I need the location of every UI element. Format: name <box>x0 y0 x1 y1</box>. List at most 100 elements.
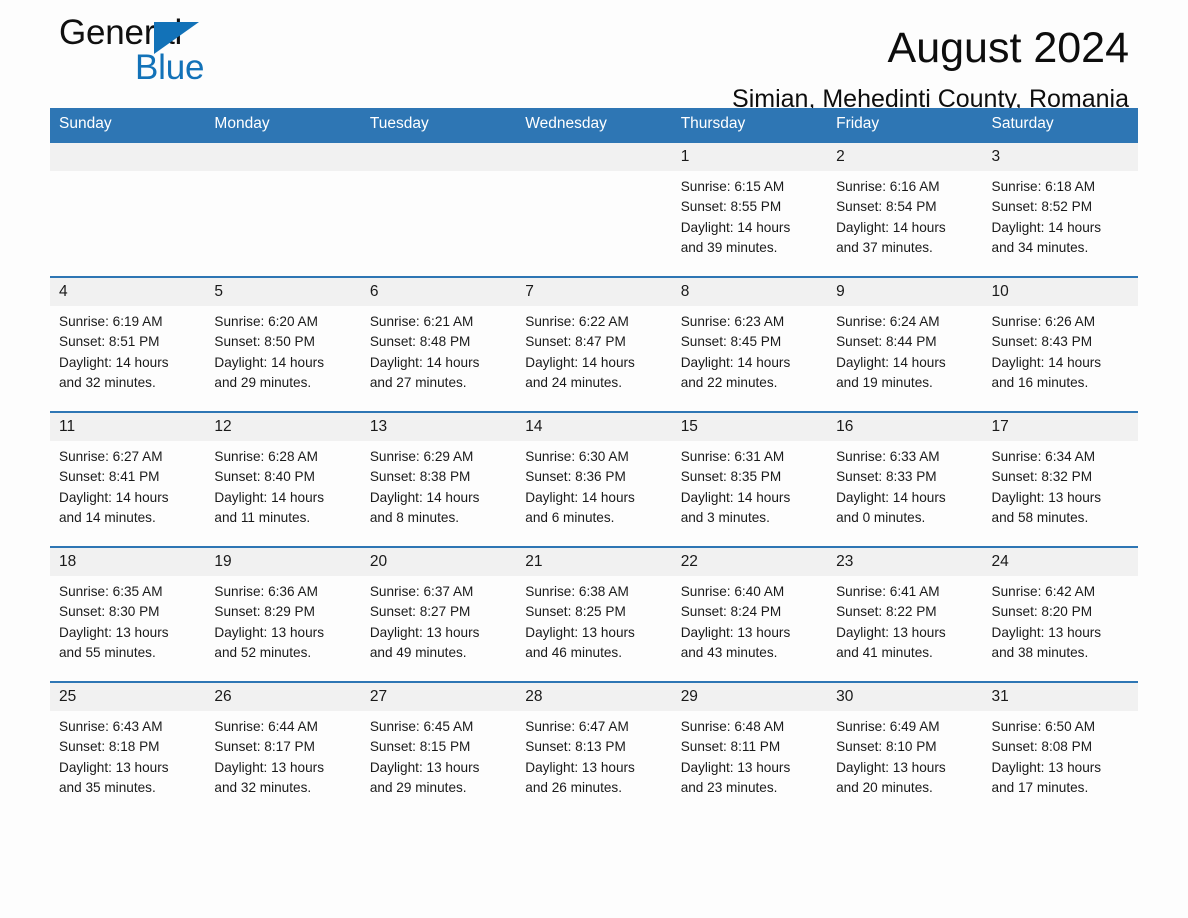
calendar-day-cell[interactable]: 1 Sunrise: 6:15 AM Sunset: 8:55 PM Daylight… <box>671 141 828 277</box>
calendar-day-cell[interactable]: 15 Sunrise: 6:31 AM Sunset: 8:35 PM Dayligh… <box>671 411 828 547</box>
calendar-day-cell[interactable]: 7 Sunrise: 6:22 AM Sunset: 8:47 PM Daylight… <box>516 276 672 412</box>
daylight-text: and 39 minutes. <box>680 239 778 255</box>
sunset-text: Sunset: 8:32 PM <box>991 469 1093 485</box>
sunset-text: Sunset: 8:44 PM <box>836 334 937 350</box>
sunrise-text: Sunrise: 6:43 AM <box>59 719 163 734</box>
sunset-text: Sunset: 8:36 PM <box>525 469 626 485</box>
sunset-text: Sunset: 8:24 PM <box>680 604 782 620</box>
daylight-text: Daylight: 13 hours <box>59 759 169 775</box>
sunset-text: Sunset: 8:43 PM <box>991 334 1093 350</box>
calendar-page: General Blue August 2024 Simian, Mehedin… <box>0 0 1188 918</box>
day-details: Sunrise: 6:43 AM Sunset: 8:18 PM Daylight:… <box>50 711 205 798</box>
calendar-week-row: 4 Sunrise: 6:19 AM Sunset: 8:51 PM Daylight… <box>50 276 1138 412</box>
calendar-day-cell[interactable]: 28 Sunrise: 6:47 AM Sunset: 8:13 PM Dayligh… <box>516 681 672 817</box>
daylight-text: Daylight: 14 hours <box>680 489 791 505</box>
day-number: 2 <box>827 143 983 171</box>
day-details <box>361 171 516 177</box>
sunset-text: Sunset: 8:50 PM <box>214 334 315 350</box>
daylight-text: Daylight: 13 hours <box>991 489 1102 505</box>
calendar-day-cell[interactable]: 22 Sunrise: 6:40 AM Sunset: 8:24 PM Dayligh… <box>671 546 828 682</box>
sunset-text: Sunset: 8:48 PM <box>369 334 471 350</box>
day-cell-content: 24 Sunrise: 6:42 AM Sunset: 8:20 PM Dayligh… <box>982 548 1138 681</box>
day-number: 10 <box>982 278 1138 306</box>
day-details: Sunrise: 6:27 AM Sunset: 8:41 PM Daylight:… <box>50 441 205 528</box>
sunrise-text: Sunrise: 6:24 AM <box>836 314 940 329</box>
calendar-day-cell[interactable]: 2 Sunrise: 6:16 AM Sunset: 8:54 PM Daylight… <box>827 141 983 277</box>
daylight-text: Daylight: 13 hours <box>369 759 480 775</box>
day-details: Sunrise: 6:34 AM Sunset: 8:32 PM Daylight:… <box>983 441 1138 528</box>
daylight-text: Daylight: 13 hours <box>525 759 635 775</box>
day-cell-content: 9 Sunrise: 6:24 AM Sunset: 8:44 PM Daylight… <box>827 278 983 411</box>
daylight-text: Daylight: 14 hours <box>59 354 169 370</box>
calendar-day-cell[interactable]: 16 Sunrise: 6:33 AM Sunset: 8:33 PM Dayligh… <box>827 411 983 547</box>
calendar-day-cell[interactable]: 5 Sunrise: 6:20 AM Sunset: 8:50 PM Daylight… <box>205 276 361 412</box>
daylight-text: and 55 minutes. <box>59 644 156 660</box>
calendar-day-cell[interactable]: 30 Sunrise: 6:49 AM Sunset: 8:10 PM Dayligh… <box>827 681 983 817</box>
day-cell-content: 26 Sunrise: 6:44 AM Sunset: 8:17 PM Dayligh… <box>205 683 361 816</box>
sunrise-text: Sunrise: 6:28 AM <box>214 449 318 464</box>
calendar-day-cell[interactable]: 13 Sunrise: 6:29 AM Sunset: 8:38 PM Dayligh… <box>360 411 517 547</box>
daylight-text: and 32 minutes. <box>59 374 156 390</box>
weekday-header-tuesday: Tuesday <box>369 115 429 132</box>
day-details: Sunrise: 6:44 AM Sunset: 8:17 PM Daylight:… <box>205 711 360 798</box>
daylight-text: and 3 minutes. <box>680 509 770 525</box>
calendar-day-cell[interactable]: 29 Sunrise: 6:48 AM Sunset: 8:11 PM Dayligh… <box>671 681 828 817</box>
sunrise-text: Sunrise: 6:44 AM <box>214 719 318 734</box>
calendar-day-cell[interactable]: 10 Sunrise: 6:26 AM Sunset: 8:43 PM Dayligh… <box>982 276 1138 412</box>
daylight-text: and 58 minutes. <box>991 509 1089 525</box>
daylight-text: and 38 minutes. <box>991 644 1089 660</box>
calendar-day-cell[interactable]: 11 Sunrise: 6:27 AM Sunset: 8:41 PM Dayligh… <box>50 411 206 547</box>
day-cell-content: 6 Sunrise: 6:21 AM Sunset: 8:48 PM Daylight… <box>360 278 517 411</box>
day-number: 6 <box>360 278 517 306</box>
sunset-text: Sunset: 8:51 PM <box>59 334 160 350</box>
calendar-day-cell[interactable]: 20 Sunrise: 6:37 AM Sunset: 8:27 PM Dayligh… <box>360 546 517 682</box>
calendar-day-cell[interactable]: 17 Sunrise: 6:34 AM Sunset: 8:32 PM Dayligh… <box>982 411 1138 547</box>
sunset-text: Sunset: 8:33 PM <box>836 469 937 485</box>
day-cell-content: 17 Sunrise: 6:34 AM Sunset: 8:32 PM Dayligh… <box>982 413 1138 546</box>
sunrise-text: Sunrise: 6:30 AM <box>525 449 629 464</box>
calendar-day-cell[interactable]: 12 Sunrise: 6:28 AM Sunset: 8:40 PM Dayligh… <box>205 411 361 547</box>
sunrise-text: Sunrise: 6:35 AM <box>59 584 163 599</box>
day-details: Sunrise: 6:30 AM Sunset: 8:36 PM Daylight:… <box>516 441 671 528</box>
calendar-day-cell[interactable]: 4 Sunrise: 6:19 AM Sunset: 8:51 PM Daylight… <box>50 276 206 412</box>
day-details: Sunrise: 6:50 AM Sunset: 8:08 PM Daylight:… <box>983 711 1138 798</box>
calendar-day-cell[interactable]: 27 Sunrise: 6:45 AM Sunset: 8:15 PM Dayligh… <box>360 681 517 817</box>
calendar-day-cell[interactable]: 19 Sunrise: 6:36 AM Sunset: 8:29 PM Dayligh… <box>205 546 361 682</box>
day-number <box>50 143 206 171</box>
sunset-text: Sunset: 8:38 PM <box>369 469 471 485</box>
calendar-day-cell[interactable]: 26 Sunrise: 6:44 AM Sunset: 8:17 PM Dayligh… <box>205 681 361 817</box>
daylight-text: Daylight: 13 hours <box>836 759 946 775</box>
calendar-day-cell[interactable]: 6 Sunrise: 6:21 AM Sunset: 8:48 PM Daylight… <box>360 276 517 412</box>
calendar-day-cell[interactable]: 3 Sunrise: 6:18 AM Sunset: 8:52 PM Daylight… <box>982 141 1138 277</box>
calendar-day-cell[interactable]: 24 Sunrise: 6:42 AM Sunset: 8:20 PM Dayligh… <box>982 546 1138 682</box>
calendar-day-cell[interactable]: 23 Sunrise: 6:41 AM Sunset: 8:22 PM Dayligh… <box>827 546 983 682</box>
sunset-text: Sunset: 8:55 PM <box>680 199 782 215</box>
sunrise-text: Sunrise: 6:42 AM <box>991 584 1096 599</box>
calendar-day-cell[interactable]: 8 Sunrise: 6:23 AM Sunset: 8:45 PM Daylight… <box>671 276 828 412</box>
daylight-text: Daylight: 14 hours <box>525 489 635 505</box>
sunset-text: Sunset: 8:25 PM <box>525 604 626 620</box>
day-cell-content: 12 Sunrise: 6:28 AM Sunset: 8:40 PM Dayligh… <box>205 413 361 546</box>
day-details <box>516 171 671 177</box>
day-cell-content: 10 Sunrise: 6:26 AM Sunset: 8:43 PM Dayligh… <box>982 278 1138 411</box>
day-number: 27 <box>360 683 517 711</box>
weekday-header-wednesday: Wednesday <box>525 115 607 132</box>
calendar-day-cell[interactable]: 25 Sunrise: 6:43 AM Sunset: 8:18 PM Dayligh… <box>50 681 206 817</box>
day-details: Sunrise: 6:29 AM Sunset: 8:38 PM Daylight:… <box>361 441 516 528</box>
sunset-text: Sunset: 8:30 PM <box>59 604 160 620</box>
daylight-text: Daylight: 13 hours <box>59 624 169 640</box>
calendar-day-cell[interactable]: 18 Sunrise: 6:35 AM Sunset: 8:30 PM Dayligh… <box>50 546 206 682</box>
general-blue-logo: General Blue <box>59 14 259 98</box>
calendar-day-cell[interactable]: 14 Sunrise: 6:30 AM Sunset: 8:36 PM Dayligh… <box>516 411 672 547</box>
day-details: Sunrise: 6:41 AM Sunset: 8:22 PM Daylight:… <box>827 576 982 663</box>
weekday-header-friday: Friday <box>836 115 880 132</box>
sunrise-text: Sunrise: 6:45 AM <box>369 719 474 734</box>
day-cell-content: 28 Sunrise: 6:47 AM Sunset: 8:13 PM Dayligh… <box>516 683 672 816</box>
sunset-text: Sunset: 8:10 PM <box>836 739 937 755</box>
calendar-day-cell[interactable]: 31 Sunrise: 6:50 AM Sunset: 8:08 PM Dayligh… <box>982 681 1138 817</box>
daylight-text: Daylight: 13 hours <box>214 624 324 640</box>
calendar-day-cell[interactable]: 9 Sunrise: 6:24 AM Sunset: 8:44 PM Daylight… <box>827 276 983 412</box>
day-cell-content <box>516 143 672 276</box>
calendar-day-cell[interactable]: 21 Sunrise: 6:38 AM Sunset: 8:25 PM Dayligh… <box>516 546 672 682</box>
day-cell-content: 13 Sunrise: 6:29 AM Sunset: 8:38 PM Dayligh… <box>360 413 517 546</box>
